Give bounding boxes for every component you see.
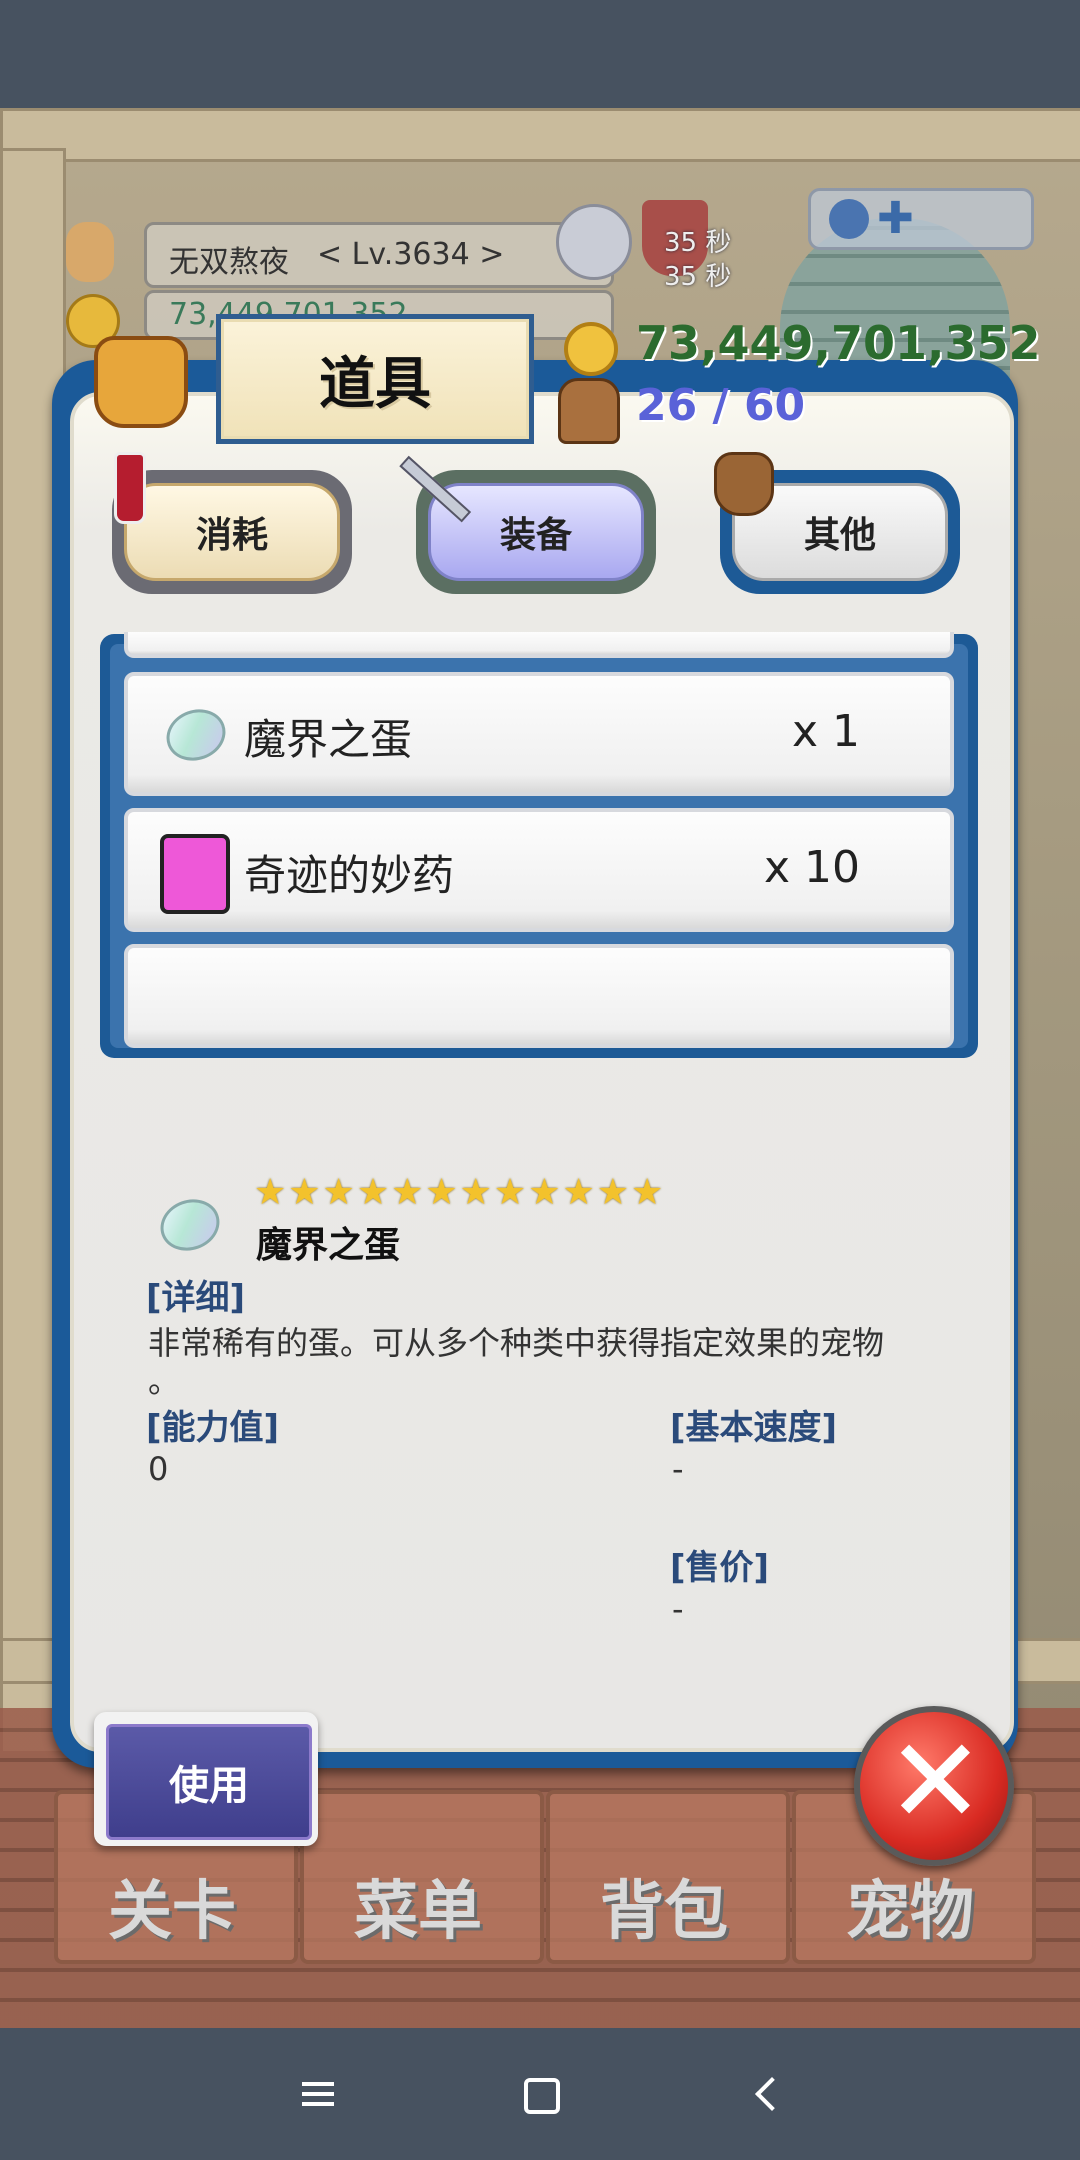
tab-equipment-label: 装备: [499, 515, 572, 556]
demon-egg-icon: [159, 701, 233, 769]
tab-other-label: 其他: [803, 515, 876, 556]
use-button-label: 使用: [169, 1763, 249, 1809]
use-button[interactable]: 使用: [94, 1712, 318, 1846]
pouch-icon: [714, 452, 774, 516]
item-quantity: x 10: [763, 842, 860, 893]
speed-label: [基本速度]: [670, 1408, 838, 1448]
miracle-potion-icon: [160, 834, 230, 914]
price-label: [售价]: [670, 1548, 770, 1588]
back-icon[interactable]: [755, 2077, 789, 2111]
close-icon: ✕: [886, 1712, 985, 1850]
system-nav-bar: [0, 2030, 1080, 2160]
backpack-icon: [558, 378, 620, 444]
gem-icon: [829, 199, 869, 239]
item-bag-icon: [94, 336, 188, 428]
detail-description: 非常稀有的蛋。可从多个种类中获得指定效果的宠物: [148, 1324, 885, 1362]
item-name: 魔界之蛋: [244, 715, 413, 764]
list-item-empty: [124, 944, 954, 1048]
inventory-capacity: 26 / 60: [636, 380, 806, 431]
price-value: -: [672, 1590, 684, 1628]
plus-icon: ✚: [877, 193, 914, 244]
gold-amount: 73,449,701,352: [636, 316, 1041, 370]
recent-apps-icon[interactable]: [302, 2092, 334, 2096]
player-name-box: 无双熬夜 < Lv.3634 >: [144, 222, 614, 288]
panel-title: 道具: [216, 314, 534, 444]
gold-coin-icon: [564, 322, 618, 376]
list-item[interactable]: 奇迹的妙药 x 10: [124, 808, 954, 932]
player-avatar: [66, 222, 114, 282]
nav-menu-label: 菜单: [354, 1875, 482, 1949]
close-button[interactable]: ✕: [854, 1706, 1014, 1866]
detail-description-tail: 。: [148, 1362, 181, 1400]
tab-consumable-label: 消耗: [195, 515, 268, 556]
player-level: < Lv.3634 >: [317, 237, 505, 272]
skill-orb-icon[interactable]: [556, 204, 632, 280]
nav-bag-label: 背包: [600, 1875, 728, 1949]
nav-pet-label: 宠物: [846, 1875, 974, 1949]
speed-value: -: [672, 1450, 684, 1488]
nav-menu-button[interactable]: 菜单: [300, 1790, 544, 1964]
detail-label: [详细]: [146, 1278, 246, 1318]
player-name: 无双熬夜: [169, 245, 289, 280]
timer-1: 35 秒: [664, 228, 732, 258]
ability-value: 0: [148, 1450, 169, 1488]
add-gem-button[interactable]: ✚: [808, 188, 1034, 250]
ability-label: [能力值]: [146, 1408, 280, 1448]
rarity-stars: ★★★★★★★★★★★★: [254, 1172, 666, 1213]
nav-stage-label: 关卡: [108, 1875, 236, 1949]
tab-equipment[interactable]: 装备: [416, 470, 656, 594]
list-item-partial: [124, 632, 954, 658]
list-item[interactable]: 魔界之蛋 x 1: [124, 672, 954, 796]
home-icon[interactable]: [524, 2078, 560, 2114]
nav-bag-button[interactable]: 背包: [546, 1790, 790, 1964]
inventory-panel-inner: [70, 392, 1014, 1752]
timer-2: 35 秒: [664, 262, 732, 292]
potion-icon: [114, 452, 146, 524]
detail-item-name: 魔界之蛋: [256, 1225, 401, 1266]
item-quantity: x 1: [791, 706, 860, 757]
tab-consumable[interactable]: 消耗: [112, 470, 352, 594]
item-name: 奇迹的妙药: [244, 851, 455, 900]
